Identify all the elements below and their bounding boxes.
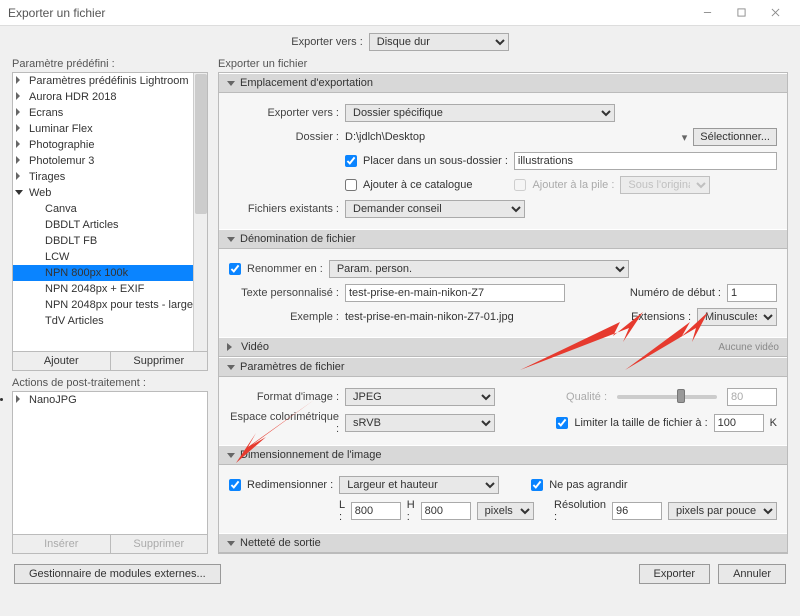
startnum-label: Numéro de début : xyxy=(630,287,721,299)
format-label: Format d'image : xyxy=(229,391,339,403)
plugin-manager-button[interactable]: Gestionnaire de modules externes... xyxy=(14,564,221,584)
example-label: Exemple : xyxy=(229,311,339,323)
resize-select[interactable]: Largeur et hauteur xyxy=(339,476,499,494)
rename-select[interactable]: Param. person. xyxy=(329,260,629,278)
subfolder-input[interactable] xyxy=(514,152,777,170)
resolution-label: Résolution : xyxy=(554,499,606,523)
window-title: Exporter un fichier xyxy=(8,6,690,20)
custom-text-input[interactable] xyxy=(345,284,565,302)
startnum-input[interactable] xyxy=(727,284,777,302)
existing-label: Fichiers existants : xyxy=(229,203,339,215)
width-input[interactable] xyxy=(351,502,401,520)
preset-item[interactable]: Ecrans xyxy=(13,105,207,121)
extensions-label: Extensions : xyxy=(631,311,691,323)
section-size-header[interactable]: Dimensionnement de l'image xyxy=(219,445,787,465)
height-label: H : xyxy=(407,499,415,523)
custom-text-label: Texte personnalisé : xyxy=(229,287,339,299)
width-label: L : xyxy=(339,499,345,523)
post-actions-list[interactable]: NanoJPG xyxy=(12,391,208,535)
limit-size-input[interactable] xyxy=(714,414,764,432)
export-button[interactable]: Exporter xyxy=(639,564,711,584)
section-file-header[interactable]: Paramètres de fichier xyxy=(219,357,787,377)
preset-item[interactable]: Luminar Flex xyxy=(13,121,207,137)
section-naming-header[interactable]: Dénomination de fichier xyxy=(219,229,787,249)
rename-checkbox[interactable] xyxy=(229,263,241,275)
quality-label: Qualité : xyxy=(566,391,607,403)
limit-unit: K xyxy=(770,417,777,429)
quality-input xyxy=(727,388,777,406)
colorspace-select[interactable]: sRVB xyxy=(345,414,495,432)
resize-label: Redimensionner : xyxy=(247,479,333,491)
maximize-button[interactable] xyxy=(724,3,758,23)
extensions-select[interactable]: Minuscules xyxy=(697,308,777,326)
export-to-label: Exporter vers : xyxy=(229,107,339,119)
rename-label: Renommer en : xyxy=(247,263,323,275)
resize-checkbox[interactable] xyxy=(229,479,241,491)
example-value: test-prise-en-main-nikon-Z7-01.jpg xyxy=(345,311,514,323)
post-remove-button[interactable]: Supprimer xyxy=(111,535,208,553)
section-video-header[interactable]: VidéoAucune vidéo xyxy=(219,337,787,357)
export-to-top-select[interactable]: Disque dur xyxy=(369,33,509,51)
limit-size-checkbox[interactable] xyxy=(556,417,568,429)
stack-checkbox xyxy=(514,179,526,191)
colorspace-label: Espace colorimétrique : xyxy=(229,411,339,435)
preset-item[interactable]: Photolemur 3 xyxy=(13,153,207,169)
export-to-top-label: Exporter vers : xyxy=(291,36,363,48)
preset-item[interactable]: Paramètres prédéfinis Lightroom xyxy=(13,73,207,89)
preset-item[interactable]: Aurora HDR 2018 xyxy=(13,89,207,105)
preset-add-button[interactable]: Ajouter xyxy=(13,352,111,370)
preset-item[interactable]: DBDLT Articles xyxy=(13,217,207,233)
preset-item[interactable]: NPN 800px 100k xyxy=(13,265,207,281)
presets-scrollbar[interactable] xyxy=(193,73,207,351)
post-insert-button[interactable]: Insérer xyxy=(13,535,111,553)
minimize-button[interactable] xyxy=(690,3,724,23)
stack-label: Ajouter à la pile : xyxy=(532,179,614,191)
post-action-item[interactable]: NanoJPG xyxy=(13,392,207,408)
preset-item[interactable]: Canva xyxy=(13,201,207,217)
format-select[interactable]: JPEG xyxy=(345,388,495,406)
height-input[interactable] xyxy=(421,502,471,520)
limit-size-label: Limiter la taille de fichier à : xyxy=(574,417,707,429)
preset-item[interactable]: TdV Articles xyxy=(13,313,207,329)
section-sharpen-header[interactable]: Netteté de sortie xyxy=(219,533,787,553)
cancel-button[interactable]: Annuler xyxy=(718,564,786,584)
resolution-unit-select[interactable]: pixels par pouce xyxy=(668,502,777,520)
preset-item[interactable]: DBDLT FB xyxy=(13,233,207,249)
subfolder-checkbox[interactable] xyxy=(345,155,357,167)
post-actions-label: Actions de post-traitement : xyxy=(12,377,208,389)
preset-item[interactable]: Web xyxy=(13,185,207,201)
presets-tree[interactable]: Paramètres prédéfinis LightroomAurora HD… xyxy=(12,72,208,352)
folder-label: Dossier : xyxy=(229,131,339,143)
preset-item[interactable]: LCW xyxy=(13,249,207,265)
right-panel-label: Exporter un fichier xyxy=(218,58,788,70)
no-upscale-checkbox[interactable] xyxy=(531,479,543,491)
preset-item[interactable]: NPN 2048px + EXIF xyxy=(13,281,207,297)
resolution-input[interactable] xyxy=(612,502,662,520)
no-upscale-label: Ne pas agrandir xyxy=(549,479,627,491)
close-button[interactable] xyxy=(758,3,792,23)
section-location-header[interactable]: Emplacement d'exportation xyxy=(219,73,787,93)
size-unit-select[interactable]: pixels xyxy=(477,502,534,520)
presets-label: Paramètre prédéfini : xyxy=(12,58,208,70)
catalog-checkbox[interactable] xyxy=(345,179,357,191)
preset-item[interactable]: NPN 2048px pour tests - large xyxy=(13,297,207,313)
folder-path: D:\jdlch\Desktop xyxy=(345,131,676,143)
preset-item[interactable]: Photographie xyxy=(13,137,207,153)
quality-slider[interactable] xyxy=(617,395,717,399)
subfolder-label: Placer dans un sous-dossier : xyxy=(363,155,508,167)
folder-select-button[interactable]: Sélectionner... xyxy=(693,128,777,146)
export-to-select[interactable]: Dossier spécifique xyxy=(345,104,615,122)
preset-remove-button[interactable]: Supprimer xyxy=(111,352,208,370)
existing-select[interactable]: Demander conseil xyxy=(345,200,525,218)
stack-select: Sous l'original xyxy=(620,176,710,194)
catalog-label: Ajouter à ce catalogue xyxy=(363,179,472,191)
video-note: Aucune vidéo xyxy=(718,342,779,353)
preset-item[interactable]: Tirages xyxy=(13,169,207,185)
